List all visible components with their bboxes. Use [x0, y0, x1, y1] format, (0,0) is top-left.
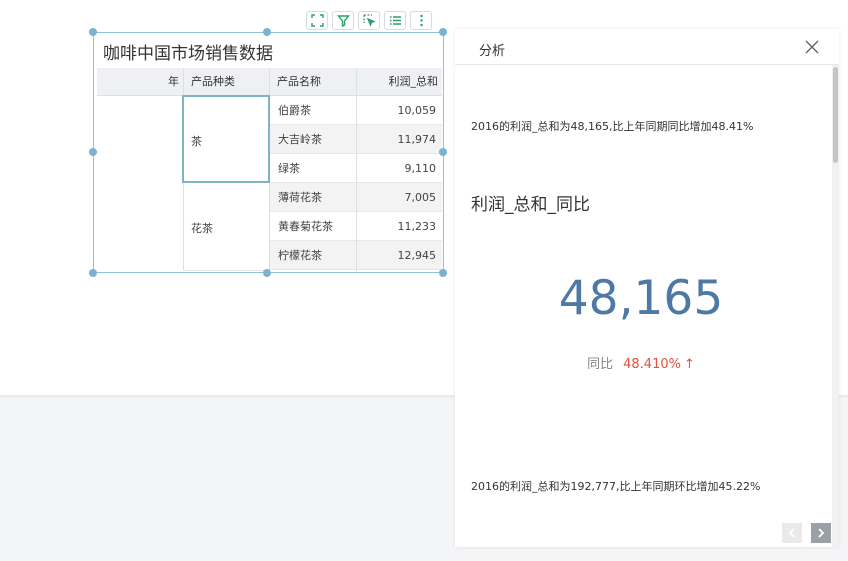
more-button[interactable] — [410, 11, 432, 30]
product-name-cell[interactable]: 伯爵茶 — [270, 96, 356, 125]
header-category[interactable]: 产品种类 — [183, 68, 269, 96]
compare-row: 同比 48.410% ↑ — [455, 353, 827, 372]
profit-cell[interactable]: 11,233 — [357, 212, 442, 241]
resize-handle-left[interactable] — [89, 148, 97, 156]
profit-cell[interactable]: 9,110 — [357, 154, 442, 183]
expand-icon — [310, 14, 324, 27]
more-icon — [419, 14, 423, 27]
close-button[interactable] — [803, 38, 821, 56]
analysis-panel: 分析 2016的利润_总和为48,165,比上年同期同比增加48.41% 利润_… — [455, 29, 839, 547]
select-button[interactable] — [358, 11, 380, 30]
row-divider — [183, 270, 269, 271]
filter-button[interactable] — [332, 11, 354, 30]
filter-icon — [336, 15, 350, 27]
metric-name: 利润_总和_同比 — [471, 195, 590, 215]
header-year[interactable]: 年 — [97, 68, 183, 96]
expand-button[interactable] — [306, 11, 328, 30]
close-icon — [805, 40, 819, 54]
panel-scrollbar[interactable] — [832, 65, 839, 547]
profit-cell[interactable]: 11,974 — [357, 125, 442, 154]
product-name-cell[interactable]: 大吉岭茶 — [270, 125, 356, 154]
header-product-name[interactable]: 产品名称 — [269, 68, 356, 96]
increase-arrow-icon: ↑ — [683, 357, 695, 372]
insight-mom-text: 2016的利润_总和为192,777,比上年同期环比增加45.22% — [471, 480, 761, 493]
compare-label: 同比 — [587, 357, 614, 372]
profit-cell[interactable]: 7,005 — [357, 183, 442, 212]
resize-handle-bottom[interactable] — [263, 269, 271, 277]
product-name-cell[interactable]: 柠檬花茶 — [270, 241, 356, 270]
previous-page-button[interactable] — [782, 523, 802, 543]
resize-handle-top[interactable] — [263, 28, 271, 36]
resize-handle-top-right[interactable] — [439, 28, 447, 36]
next-page-button[interactable] — [811, 523, 831, 543]
resize-handle-bottom-left[interactable] — [89, 269, 97, 277]
resize-handle-top-left[interactable] — [89, 28, 97, 36]
list-icon — [389, 16, 401, 25]
category-cell-flower-tea[interactable]: 花茶 — [191, 220, 213, 236]
chevron-right-icon — [818, 528, 825, 538]
header-profit-sum[interactable]: 利润_总和 — [356, 68, 442, 96]
insight-yoy-text: 2016的利润_总和为48,165,比上年同期同比增加48.41% — [471, 120, 754, 133]
widget-title: 咖啡中国市场销售数据 — [103, 44, 273, 64]
profit-cell[interactable]: 10,059 — [357, 96, 442, 125]
chevron-left-icon — [788, 528, 795, 538]
profit-cell[interactable]: 12,945 — [357, 241, 442, 270]
metric-value: 48,165 — [558, 271, 724, 326]
select-icon — [362, 14, 376, 27]
resize-handle-bottom-right[interactable] — [439, 269, 447, 277]
panel-title: 分析 — [479, 44, 506, 59]
widget-toolbar — [306, 11, 432, 31]
product-name-cell[interactable]: 黄春菊花茶 — [270, 212, 356, 241]
selected-cell-outline — [182, 95, 270, 183]
panel-header: 分析 — [455, 29, 839, 65]
product-name-cell[interactable]: 薄荷花茶 — [270, 183, 356, 212]
compare-value: 48.410% — [623, 357, 681, 372]
table-widget[interactable]: 咖啡中国市场销售数据 年 产品种类 产品名称 利润_总和 茶 花茶 伯爵茶 10… — [93, 32, 444, 273]
resize-handle-right[interactable] — [439, 148, 447, 156]
scrollbar-thumb[interactable] — [833, 67, 838, 163]
product-name-cell[interactable]: 绿茶 — [270, 154, 356, 183]
list-button[interactable] — [384, 11, 406, 30]
